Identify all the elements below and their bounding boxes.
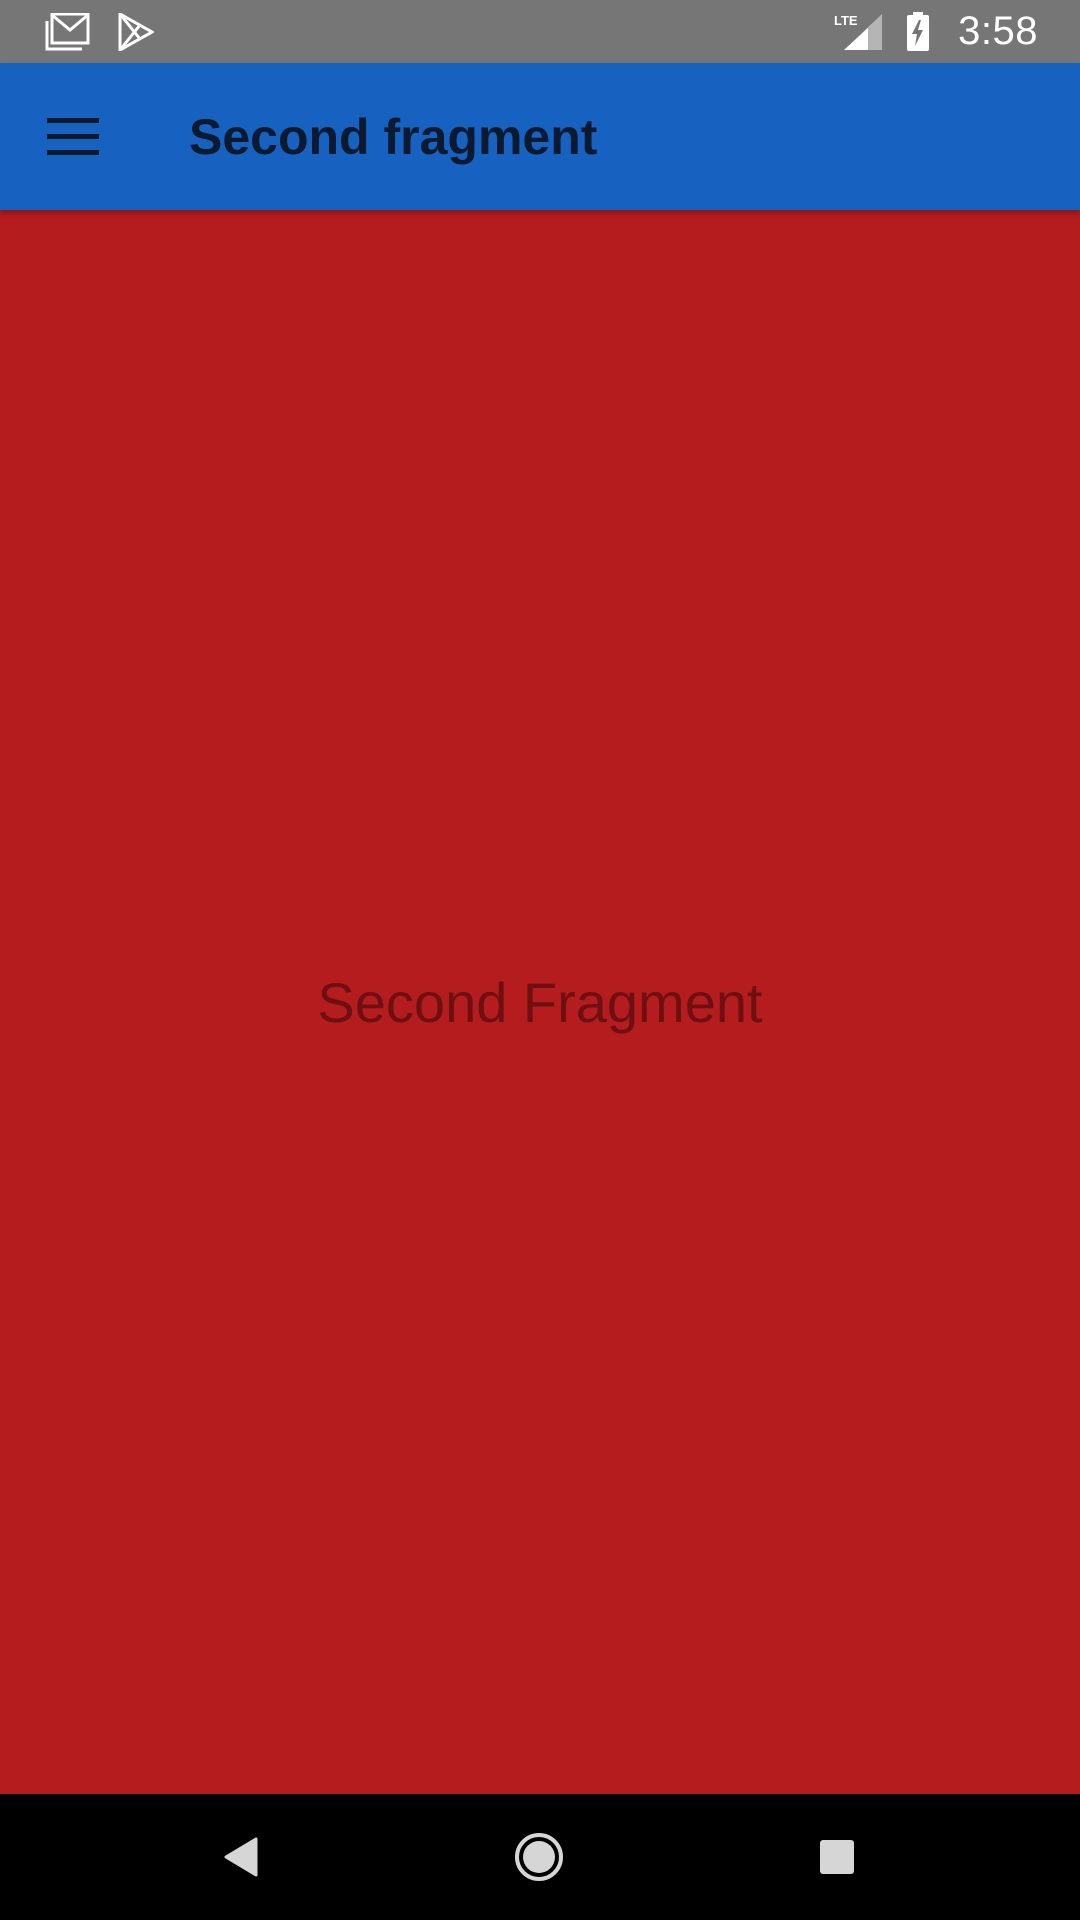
toolbar-title: Second fragment	[189, 108, 598, 165]
app-toolbar: Second fragment	[0, 63, 1080, 210]
back-icon	[224, 1837, 258, 1877]
status-clock: 3:58	[958, 9, 1038, 53]
home-icon	[515, 1833, 563, 1881]
app-screen: LTE 3:58 Second fragment Second Fragment	[0, 0, 1080, 1920]
network-label: LTE	[834, 13, 858, 28]
hamburger-menu-icon	[47, 117, 99, 155]
status-system: LTE 3:58	[812, 9, 1038, 54]
status-notifications	[44, 12, 182, 51]
fragment-container: Second Fragment	[0, 210, 1080, 1794]
menu-button[interactable]	[0, 63, 146, 210]
play-store-icon	[118, 12, 154, 51]
fragment-label: Second Fragment	[317, 971, 763, 1034]
navigation-bar	[0, 1794, 1080, 1920]
lte-signal-icon: LTE	[834, 12, 884, 52]
status-bar: LTE 3:58	[0, 0, 1080, 63]
back-button[interactable]	[178, 1794, 304, 1920]
gmail-icon	[44, 12, 90, 51]
home-button[interactable]	[476, 1794, 602, 1920]
recents-button[interactable]	[774, 1794, 900, 1920]
recents-icon	[820, 1840, 854, 1874]
battery-charging-icon	[906, 11, 930, 52]
